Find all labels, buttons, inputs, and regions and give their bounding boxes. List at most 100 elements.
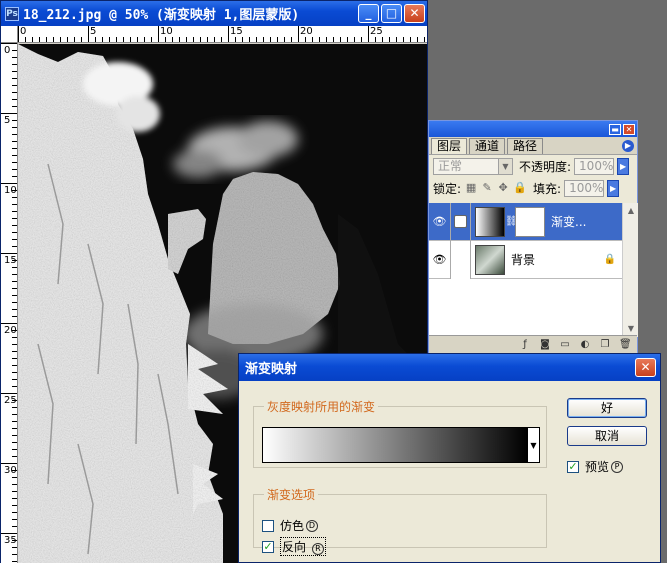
ruler-tick <box>298 26 299 42</box>
ruler-tick <box>12 106 17 107</box>
ruler-tick <box>1 183 17 184</box>
cancel-button[interactable]: 取消 <box>567 426 647 446</box>
ruler-tick <box>417 37 418 42</box>
tab-layers[interactable]: 图层 <box>431 138 468 154</box>
new-group-icon[interactable]: ▭ <box>559 339 571 350</box>
opacity-input[interactable]: 100% <box>574 157 615 175</box>
panel-minimize-icon[interactable]: ▬ <box>609 123 621 135</box>
gradient-map-thumbnail[interactable] <box>475 206 505 237</box>
scroll-up-icon[interactable]: ▲ <box>623 203 639 219</box>
reverse-checkbox-box[interactable]: ✓ <box>262 540 274 553</box>
ruler-tick <box>284 37 285 42</box>
tab-channels[interactable]: 通道 <box>469 138 506 154</box>
ruler-tick <box>12 218 17 219</box>
layer-name[interactable]: 渐变... <box>551 213 622 230</box>
lock-transparent-icon[interactable]: ▦ <box>465 182 477 194</box>
gradient-dropdown-icon[interactable]: ▼ <box>528 427 540 463</box>
ruler-tick <box>12 442 17 443</box>
ruler-tick <box>12 148 17 149</box>
ruler-tick <box>67 37 68 42</box>
ok-button[interactable]: 好 <box>567 398 647 418</box>
background-thumbnail[interactable] <box>475 244 505 275</box>
fill-slider-arrow-icon[interactable]: ▶ <box>607 179 620 197</box>
panel-close-icon[interactable]: ✕ <box>623 123 635 135</box>
layer-row-gradient-map[interactable]: 👁 ⛓ 渐变... <box>429 202 622 241</box>
preview-label: 预览 <box>585 460 610 474</box>
delete-layer-icon[interactable]: 🗑 <box>619 339 632 350</box>
blend-row: 正常 ▼ 不透明度: 100% ▶ <box>429 155 637 177</box>
ruler-tick <box>12 337 17 338</box>
ruler-label: 5 <box>90 26 97 37</box>
ruler-tick <box>333 37 334 42</box>
ruler-tick <box>291 37 292 42</box>
ruler-tick <box>12 78 17 79</box>
lock-all-icon[interactable]: 🔒 <box>513 182 527 194</box>
close-button[interactable]: ✕ <box>404 4 425 23</box>
dither-checkbox-box[interactable] <box>262 519 274 532</box>
opacity-slider-arrow-icon[interactable]: ▶ <box>617 157 630 175</box>
dither-shortcut: D <box>306 519 319 532</box>
ruler-tick <box>12 407 17 408</box>
dither-checkbox[interactable]: 仿色 D <box>262 517 319 534</box>
ruler-tick <box>32 37 33 42</box>
preview-shortcut: P <box>611 460 624 473</box>
ruler-tick <box>1 253 17 254</box>
ruler-tick <box>12 50 17 51</box>
layers-panel-titlebar[interactable]: ▬ ✕ <box>429 121 637 137</box>
dialog-titlebar[interactable]: 渐变映射 ✕ <box>239 354 660 381</box>
gradient-preview-bar[interactable] <box>262 427 528 463</box>
minimize-button[interactable]: _ <box>358 4 379 23</box>
ruler-tick <box>12 519 17 520</box>
ruler-tick <box>12 414 17 415</box>
ruler-tick <box>193 37 194 42</box>
ruler-tick <box>12 456 17 457</box>
layer-list-scrollbar[interactable]: ▲ ▼ <box>622 203 638 337</box>
reverse-checkbox[interactable]: ✓ 反向 R <box>262 537 326 556</box>
ruler-origin[interactable] <box>1 26 18 43</box>
ruler-tick <box>12 428 17 429</box>
layer-mask-thumbnail[interactable] <box>515 206 545 237</box>
eye-icon[interactable]: 👁 <box>429 202 451 241</box>
ruler-tick <box>60 37 61 42</box>
layer-link-slot[interactable] <box>451 240 471 279</box>
ruler-tick <box>354 37 355 42</box>
lock-move-icon[interactable]: ✥ <box>497 182 509 194</box>
add-mask-icon[interactable]: ◙ <box>539 339 551 350</box>
fill-input[interactable]: 100% <box>564 179 605 197</box>
blend-mode-select[interactable]: 正常 ▼ <box>433 157 513 175</box>
ruler-tick <box>12 554 17 555</box>
ruler-tick <box>123 37 124 42</box>
adjustment-layer-icon[interactable]: ◐ <box>579 339 591 350</box>
chain-link-icon[interactable]: ⛓ <box>505 216 518 227</box>
horizontal-ruler[interactable]: 0 5 10 15 20 25 <box>18 26 427 43</box>
ruler-tick <box>368 26 369 42</box>
layer-row-background[interactable]: 👁 背景 🔒 <box>429 240 622 279</box>
ruler-tick <box>396 37 397 42</box>
ruler-label: 0 <box>4 45 11 56</box>
ruler-label: 25 <box>4 395 17 406</box>
tab-paths[interactable]: 路径 <box>507 138 544 154</box>
eye-icon[interactable]: 👁 <box>429 240 451 279</box>
vertical-ruler[interactable]: 0 5 10 15 20 25 30 35 <box>1 43 18 563</box>
preview-checkbox-box[interactable]: ✓ <box>567 460 579 473</box>
dialog-close-button[interactable]: ✕ <box>635 358 656 377</box>
ruler-tick <box>12 505 17 506</box>
ruler-tick <box>12 57 17 58</box>
ruler-tick <box>12 288 17 289</box>
document-titlebar[interactable]: Ps 18_212.jpg @ 50% (渐变映射 1,图层蒙版) _ □ ✕ <box>1 1 427 26</box>
ruler-tick <box>319 37 320 42</box>
ruler-tick <box>81 37 82 42</box>
layers-panel: ▬ ✕ 图层 通道 路径 ▶ 正常 ▼ 不透明度: 100% ▶ 锁定: ▦ ✎… <box>428 120 638 354</box>
maximize-button[interactable]: □ <box>381 4 402 23</box>
layer-name[interactable]: 背景 <box>511 251 604 268</box>
ruler-tick <box>1 393 17 394</box>
ruler-tick <box>74 37 75 42</box>
layer-mask-indicator[interactable] <box>451 202 471 241</box>
lock-brush-icon[interactable]: ✎ <box>481 182 493 194</box>
panel-menu-arrow-icon[interactable]: ▶ <box>622 140 634 152</box>
ruler-tick <box>12 372 17 373</box>
new-layer-icon[interactable]: ❐ <box>599 339 611 350</box>
ruler-tick <box>12 295 17 296</box>
layer-style-icon[interactable]: ƒ <box>519 339 531 350</box>
preview-checkbox[interactable]: ✓ 预览 P <box>567 458 624 475</box>
